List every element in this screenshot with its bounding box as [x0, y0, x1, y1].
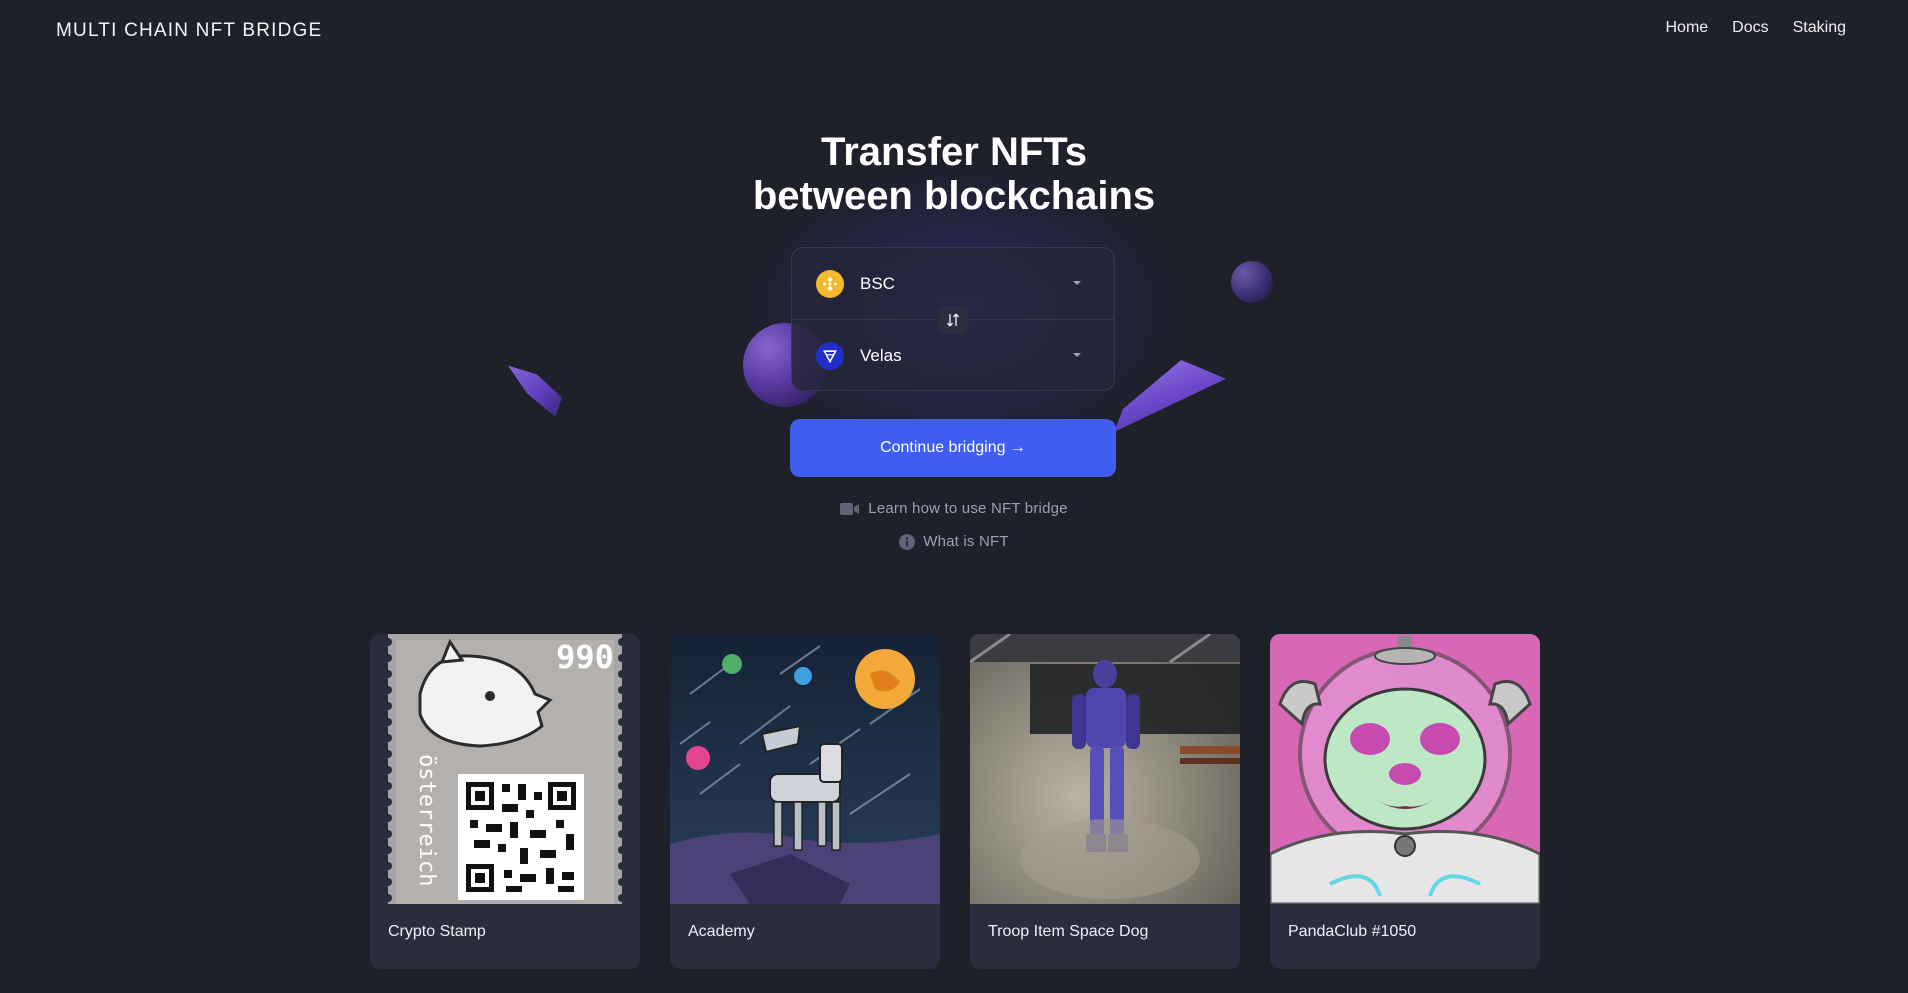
nft-card-crypto-stamp[interactable]: 990 österreich Crypto Stamp — [370, 634, 640, 969]
nft-card-pandaclub-1050[interactable]: PandaClub #1050 — [1270, 634, 1540, 969]
to-chain-name: Velas — [860, 345, 902, 365]
nav-home-link[interactable]: Home — [1665, 19, 1708, 37]
learn-how-label: Learn how to use NFT bridge — [868, 500, 1068, 517]
swap-arrows-icon — [946, 313, 960, 327]
what-is-nft-link[interactable]: What is NFT — [0, 533, 1908, 550]
nft-card-troop-item-space-dog[interactable]: Troop Item Space Dog — [970, 634, 1240, 969]
top-header: MULTI CHAIN NFT BRIDGE Home Docs Staking — [0, 0, 1908, 62]
chevron-down-icon — [1073, 353, 1081, 357]
nav-docs-link[interactable]: Docs — [1732, 19, 1768, 37]
nft-name: Academy — [688, 923, 755, 940]
hero-title: Transfer NFTs between blockchains — [752, 130, 1156, 218]
bridge-chain-selector: BSC Velas — [791, 247, 1115, 391]
what-is-nft-label: What is NFT — [923, 533, 1009, 550]
planet-decoration-right — [1231, 261, 1273, 303]
site-logo[interactable]: MULTI CHAIN NFT BRIDGE — [56, 20, 322, 42]
main-nav: Home Docs Staking — [1665, 19, 1846, 37]
stamp-value: 990 — [556, 638, 614, 676]
nft-card-academy[interactable]: Academy — [670, 634, 940, 969]
learn-how-link[interactable]: Learn how to use NFT bridge — [0, 500, 1908, 517]
info-icon — [899, 533, 916, 550]
from-chain-name: BSC — [860, 273, 895, 293]
nft-image-crypto-stamp: 990 österreich — [370, 634, 640, 904]
crystal-decoration-left — [508, 365, 562, 417]
continue-bridging-button[interactable]: Continue bridging → — [790, 419, 1116, 477]
nft-name: Troop Item Space Dog — [988, 923, 1149, 940]
nft-image-pandaclub-1050 — [1270, 634, 1540, 904]
nft-image-academy — [670, 634, 940, 904]
velas-icon — [816, 341, 844, 370]
nav-staking-link[interactable]: Staking — [1793, 19, 1846, 37]
bsc-icon — [816, 269, 844, 298]
video-camera-icon — [840, 502, 860, 515]
nft-name: PandaClub #1050 — [1288, 923, 1417, 940]
stamp-country: österreich — [414, 754, 439, 886]
swap-chains-button[interactable] — [938, 306, 968, 334]
chevron-down-icon — [1073, 281, 1081, 285]
nft-name: Crypto Stamp — [388, 923, 486, 940]
crystal-decoration-right — [1114, 360, 1226, 432]
nft-image-troop-item-space-dog — [970, 634, 1240, 904]
